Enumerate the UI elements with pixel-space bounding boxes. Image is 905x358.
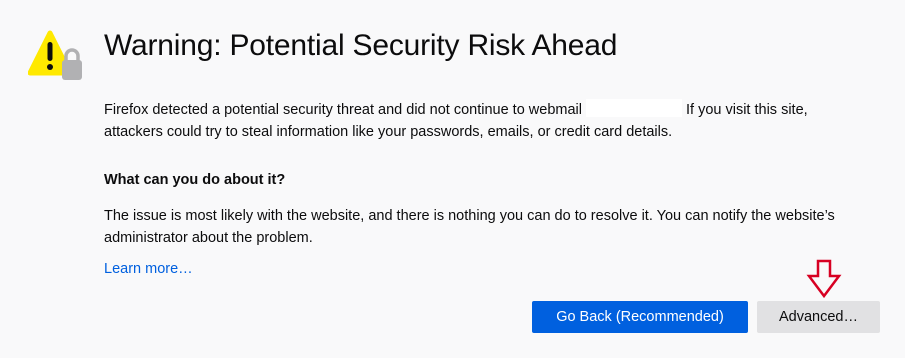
down-arrow-icon: [806, 259, 842, 299]
page-title: Warning: Potential Security Risk Ahead: [104, 29, 618, 62]
learn-more-link[interactable]: Learn more…: [104, 261, 193, 277]
intro-text: Firefox detected a potential security th…: [104, 99, 864, 143]
intro-text-part1: Firefox detected a potential security th…: [104, 102, 582, 118]
go-back-button[interactable]: Go Back (Recommended): [532, 301, 748, 333]
warning-lock-icon: [28, 30, 82, 80]
security-warning-page: Warning: Potential Security Risk Ahead F…: [0, 0, 905, 358]
advanced-button[interactable]: Advanced…: [757, 301, 880, 333]
lock-icon: [62, 48, 82, 80]
section-heading: What can you do about it?: [104, 172, 286, 188]
section-text: The issue is most likely with the websit…: [104, 208, 835, 246]
redacted-hostname: [585, 99, 682, 117]
